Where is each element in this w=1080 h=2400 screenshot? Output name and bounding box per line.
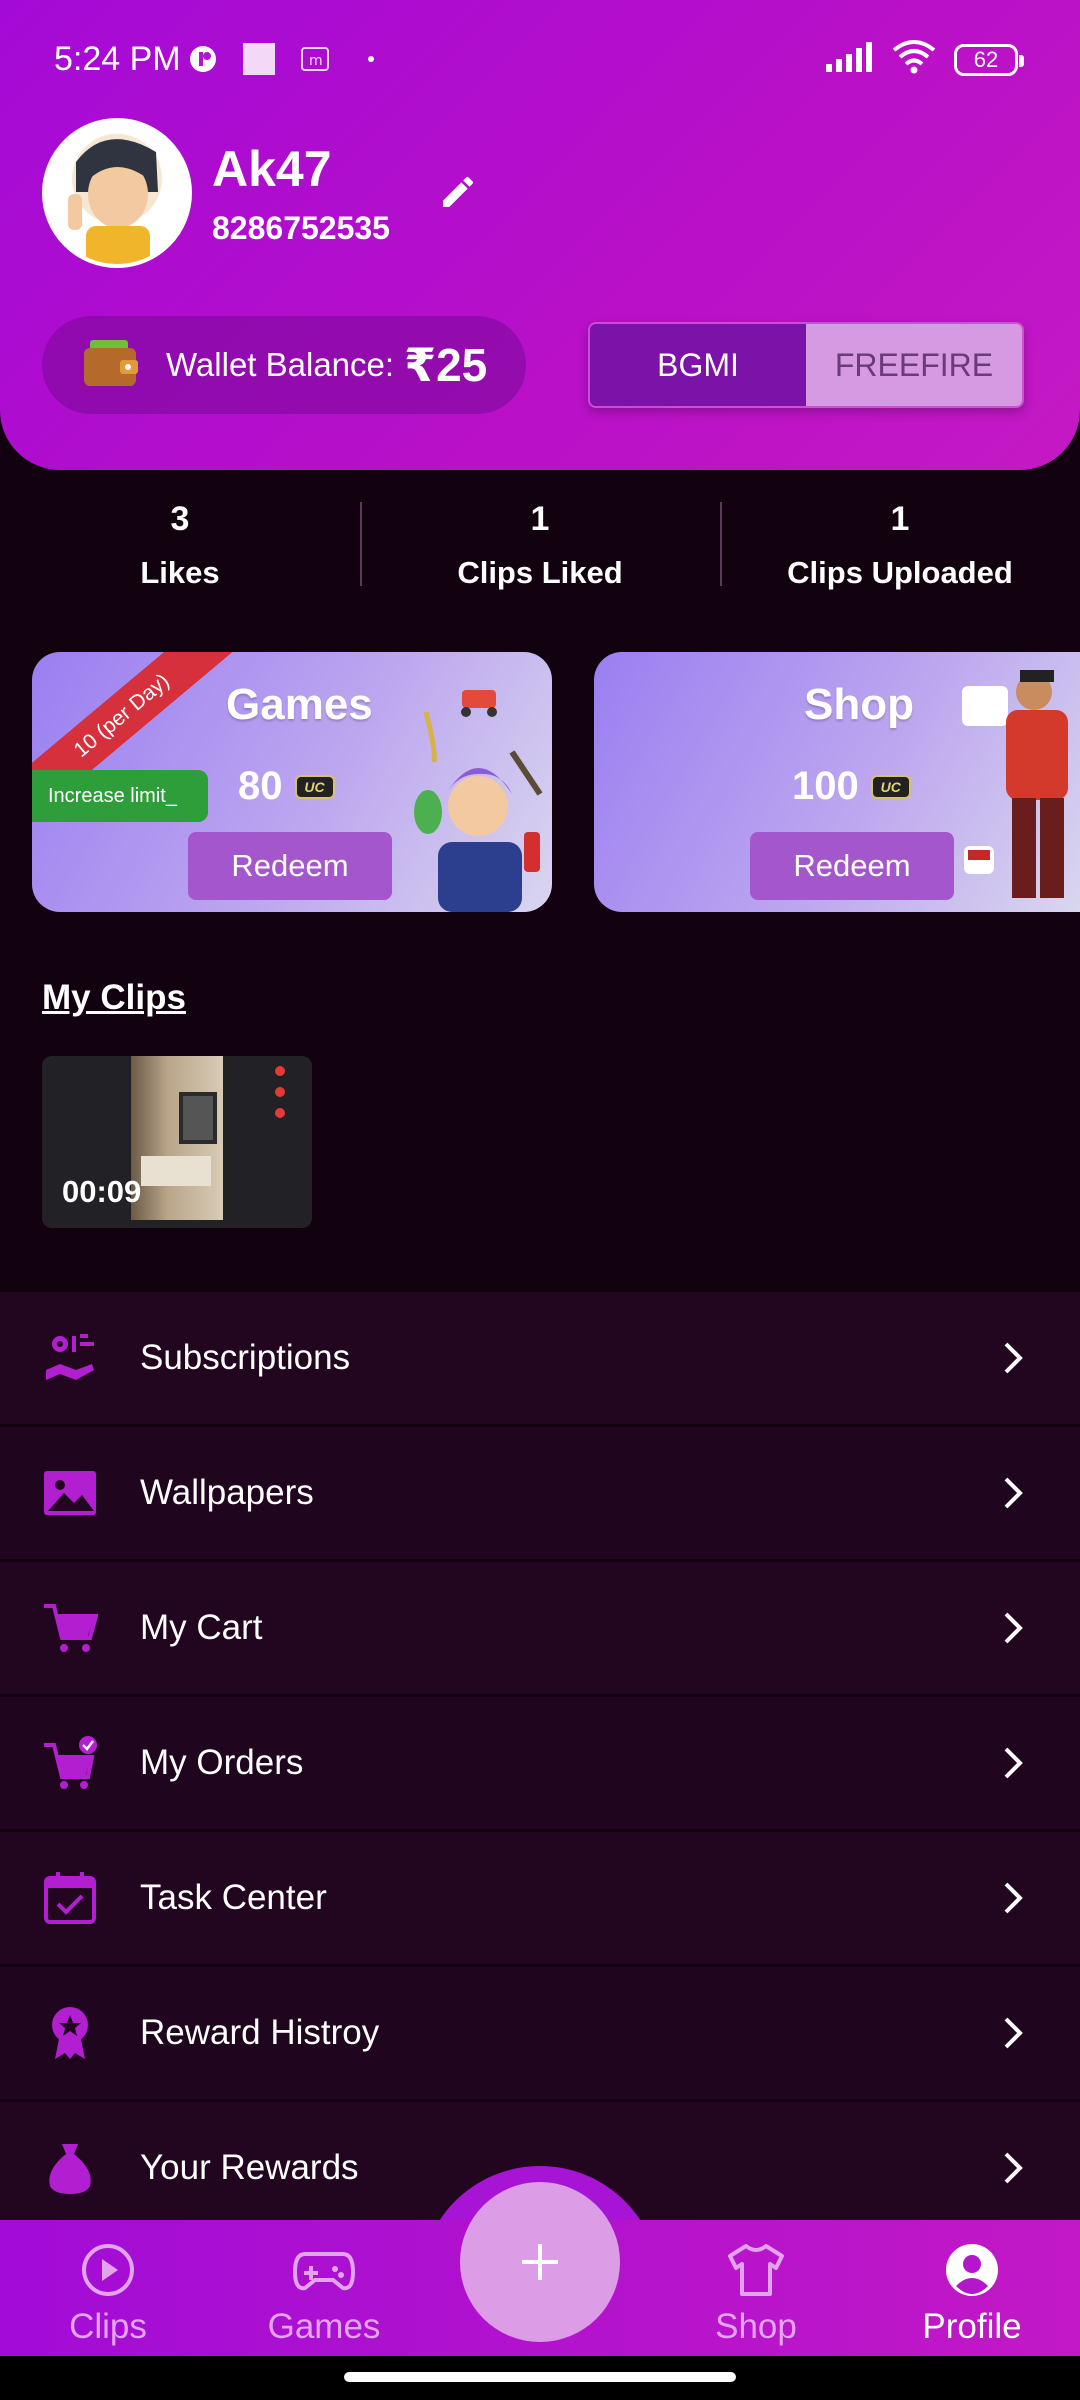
gamer-illustration-icon	[412, 682, 552, 912]
nav-label: Clips	[69, 2307, 147, 2346]
svg-text:m: m	[309, 53, 323, 69]
shirt-icon	[726, 2242, 786, 2303]
stat-likes: 3 Likes	[0, 500, 360, 600]
image-icon	[40, 1463, 100, 1523]
chevron-right-icon	[994, 1473, 1034, 1513]
award-icon	[40, 2003, 100, 2063]
square-notification-icon	[242, 42, 276, 76]
game-toggle[interactable]: BGMI FREEFIRE	[588, 322, 1024, 408]
chevron-right-icon	[994, 1878, 1034, 1918]
nav-profile[interactable]: Profile	[864, 2220, 1080, 2356]
chevron-right-icon	[994, 1338, 1034, 1378]
subscriptions-icon	[40, 1328, 100, 1388]
uc-currency-icon: UC	[294, 774, 335, 799]
wallet-icon	[84, 338, 140, 393]
user-circle-icon	[944, 2242, 1000, 2303]
shopper-illustration-icon	[960, 666, 1080, 912]
games-uc-amount: 80	[238, 764, 283, 808]
stat-clips-liked: 1 Clips Liked	[360, 500, 720, 600]
chevron-right-icon	[994, 1743, 1034, 1783]
add-clip-button[interactable]	[460, 2182, 620, 2342]
toggle-bgmi[interactable]: BGMI	[590, 324, 806, 406]
cart-icon	[40, 1598, 100, 1658]
calendar-check-icon	[40, 1868, 100, 1928]
shop-redeem-button[interactable]: Redeem	[750, 832, 954, 900]
nav-label: Profile	[922, 2307, 1022, 2346]
avatar[interactable]	[42, 118, 192, 268]
menu-item-subscriptions[interactable]: Subscriptions	[0, 1292, 1080, 1424]
games-card-value: 80 UC	[238, 764, 335, 809]
nav-clips[interactable]: Clips	[0, 2220, 216, 2356]
home-indicator[interactable]	[344, 2372, 736, 2382]
shop-uc-amount: 100	[792, 764, 859, 808]
menu-label: Your Rewards	[140, 2148, 359, 2187]
menu-item-wallpapers[interactable]: Wallpapers	[0, 1427, 1080, 1559]
profile-stats: 3 Likes 1 Clips Liked 1 Clips Uploaded	[0, 500, 1080, 600]
stat-label: Clips Uploaded	[787, 555, 1013, 590]
chevron-right-icon	[994, 2013, 1034, 2053]
pencil-icon	[443, 176, 473, 207]
stat-value: 1	[890, 500, 910, 538]
profile-phone: 8286752535	[212, 210, 390, 246]
chevron-right-icon	[994, 2148, 1034, 2188]
toggle-freefire[interactable]: FREEFIRE	[806, 324, 1022, 406]
menu-label: My Cart	[140, 1608, 263, 1647]
edit-profile-button[interactable]	[434, 168, 482, 216]
nav-games[interactable]: Games	[216, 2220, 432, 2356]
notification-icons: m	[186, 42, 388, 76]
app-notification-icon	[186, 42, 220, 76]
menu-label: My Orders	[140, 1743, 304, 1782]
dot-icon	[354, 42, 388, 76]
stat-clips-uploaded: 1 Clips Uploaded	[720, 500, 1080, 600]
wallet-label: Wallet Balance:	[166, 346, 395, 383]
nav-label: Shop	[715, 2307, 797, 2346]
stat-value: 3	[170, 500, 190, 538]
system-icons: 62	[826, 40, 1024, 79]
shop-card[interactable]: Shop 100 UC Redeem	[594, 652, 1080, 912]
money-bag-icon	[40, 2138, 100, 2198]
clip-preview-image	[131, 1056, 223, 1220]
play-circle-icon	[80, 2242, 136, 2303]
menu-label: Wallpapers	[140, 1473, 314, 1512]
wifi-icon	[892, 40, 936, 79]
menu-label: Reward Histroy	[140, 2013, 380, 2052]
clip-duration: 00:09	[62, 1174, 142, 1209]
cart-check-icon	[40, 1733, 100, 1793]
menu-label: Subscriptions	[140, 1338, 351, 1377]
games-redeem-button[interactable]: Redeem	[188, 832, 392, 900]
status-time: 5:24 PM	[54, 40, 181, 78]
gamepad-icon	[291, 2242, 357, 2303]
wallet-balance[interactable]: Wallet Balance: ₹25	[42, 316, 526, 414]
status-bar: 5:24 PM m 62	[0, 0, 1080, 120]
menu-item-my-cart[interactable]: My Cart	[0, 1562, 1080, 1694]
nav-shop[interactable]: Shop	[648, 2220, 864, 2356]
m-notification-icon: m	[298, 42, 332, 76]
menu-item-task-center[interactable]: Task Center	[0, 1832, 1080, 1964]
stat-label: Clips Liked	[457, 555, 623, 590]
battery-icon: 62	[954, 43, 1024, 76]
increase-limit-button[interactable]: Increase limit_	[32, 770, 208, 822]
menu-item-reward-history[interactable]: Reward Histroy	[0, 1967, 1080, 2099]
signal-icon	[826, 42, 874, 77]
stat-label: Likes	[140, 555, 220, 590]
games-card[interactable]: 10 (per Day) Increase limit_ Games 80 UC…	[32, 652, 552, 912]
shop-card-value: 100 UC	[792, 764, 911, 809]
profile-menu: Subscriptions Wallpapers My Cart My Orde…	[0, 1292, 1080, 2237]
shop-card-title: Shop	[804, 680, 914, 729]
wallet-amount: ₹25	[404, 339, 488, 391]
uc-currency-icon: UC	[870, 774, 911, 799]
my-clips-title: My Clips	[42, 978, 186, 1017]
chevron-right-icon	[994, 1608, 1034, 1648]
clip-thumbnail[interactable]: 00:09	[42, 1056, 312, 1228]
clip-more-options-icon[interactable]	[268, 1066, 292, 1118]
menu-label: Task Center	[140, 1878, 327, 1917]
nav-label: Games	[267, 2307, 381, 2346]
plus-icon	[522, 2244, 558, 2280]
games-card-title: Games	[226, 680, 373, 729]
profile-name: Ak47	[212, 141, 332, 197]
stat-value: 1	[530, 500, 550, 538]
menu-item-my-orders[interactable]: My Orders	[0, 1697, 1080, 1829]
